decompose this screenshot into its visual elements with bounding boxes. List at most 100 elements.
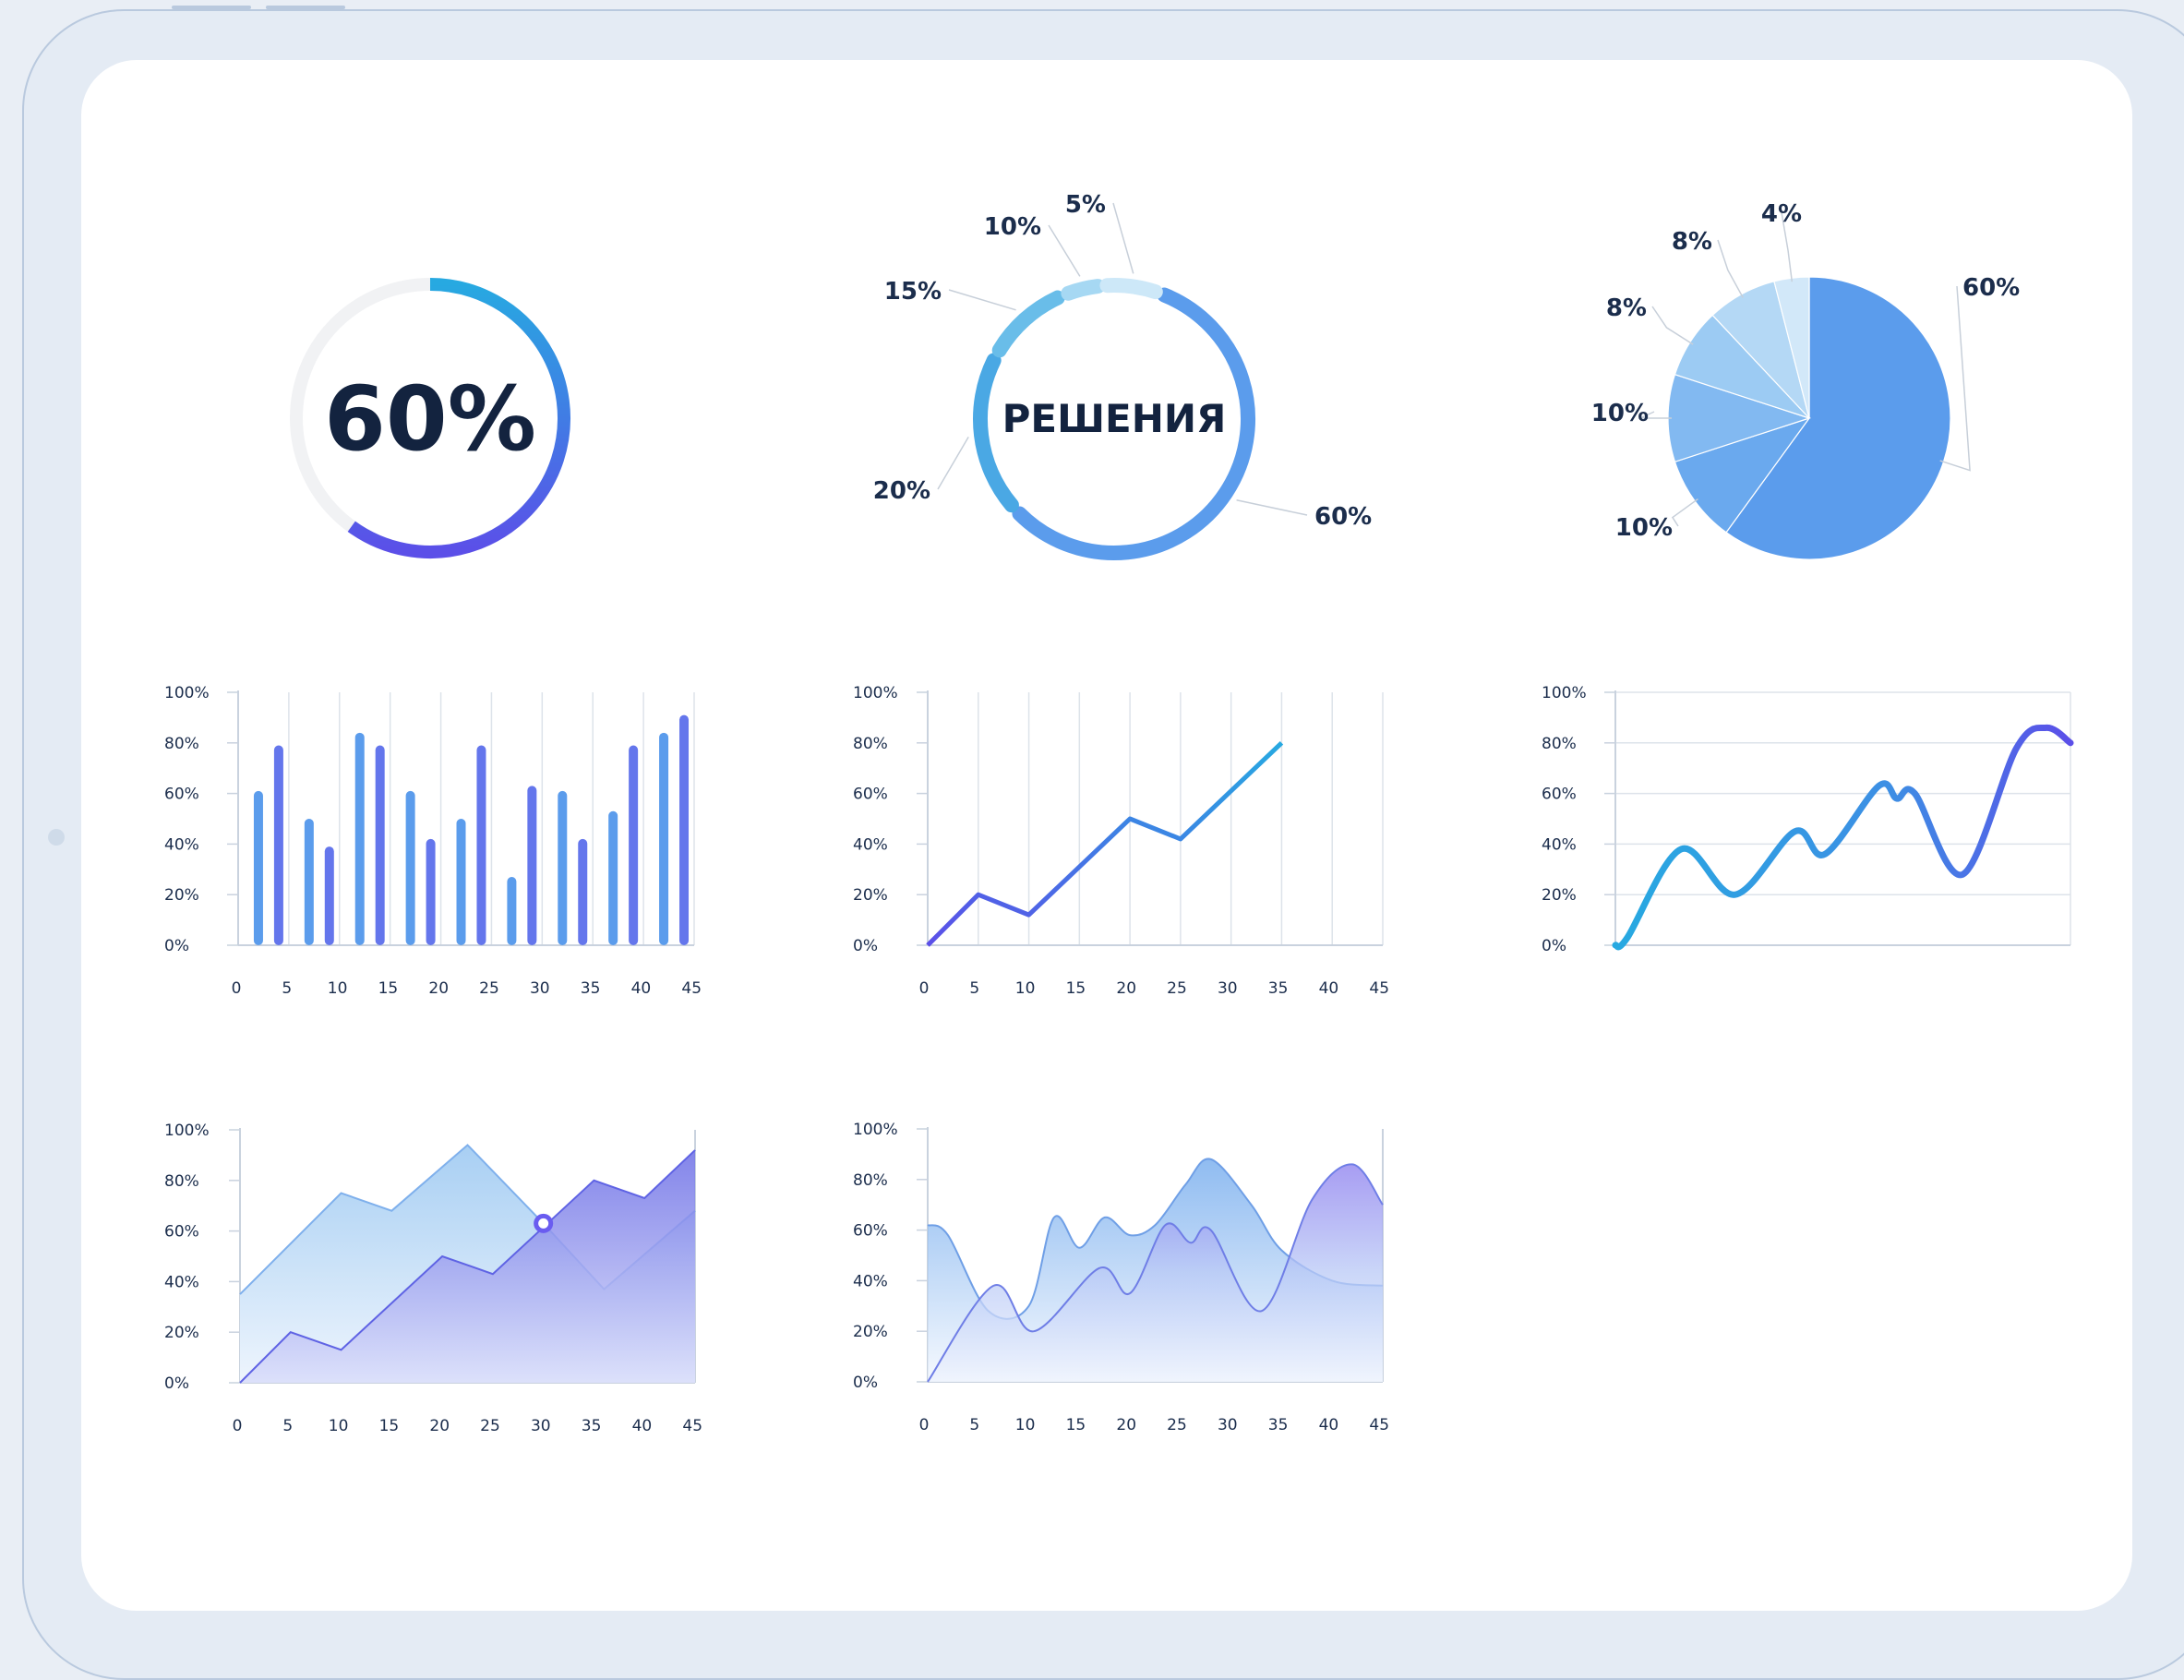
- x-tick-label: 10: [1015, 1416, 1036, 1434]
- x-tick-label: 45: [1369, 1416, 1389, 1434]
- bar: [457, 819, 466, 945]
- x-tick-label: 0: [232, 979, 242, 998]
- x-tick-label: 35: [582, 1417, 602, 1435]
- y-tick-label: 40%: [164, 1273, 199, 1291]
- x-tick-label: 10: [328, 979, 348, 998]
- pie-label: 8%: [1606, 294, 1647, 322]
- x-tick-label: 25: [1167, 1416, 1187, 1434]
- y-tick-label: 80%: [164, 1172, 199, 1191]
- y-tick-label: 60%: [853, 786, 888, 804]
- bar: [527, 786, 536, 945]
- y-tick-label: 20%: [1542, 886, 1577, 905]
- y-tick-label: 60%: [164, 1223, 199, 1242]
- bar: [254, 791, 263, 945]
- x-tick-label: 45: [681, 979, 702, 998]
- pie-label: 4%: [1761, 200, 1802, 228]
- bar: [305, 819, 314, 945]
- y-tick-label: 80%: [853, 1171, 888, 1190]
- x-tick-label: 15: [379, 1417, 400, 1435]
- bar: [608, 811, 618, 945]
- y-tick-label: 0%: [1542, 937, 1566, 955]
- leader-line: [1237, 500, 1307, 515]
- intersection-marker: [536, 1216, 551, 1230]
- y-tick-label: 100%: [164, 1122, 210, 1140]
- x-tick-label: 0: [233, 1417, 243, 1435]
- x-tick-label: 15: [378, 979, 399, 998]
- leader-line: [1049, 225, 1080, 276]
- donut-segment: [1068, 286, 1098, 294]
- bar-series: [254, 715, 689, 945]
- y-tick-label: 60%: [164, 786, 199, 804]
- x-tick-label: 10: [1015, 979, 1036, 998]
- leader-line: [1113, 203, 1134, 273]
- x-tick-label: 10: [329, 1417, 349, 1435]
- y-tick-label: 0%: [853, 1374, 878, 1392]
- bar: [476, 746, 486, 945]
- y-tick-label: 20%: [164, 1324, 199, 1342]
- bar: [406, 791, 415, 945]
- y-tick-label: 20%: [853, 886, 888, 905]
- y-tick-label: 100%: [1542, 684, 1587, 702]
- x-tick-label: 30: [1218, 1416, 1238, 1434]
- x-tick-label: 40: [632, 1417, 653, 1435]
- leader-line: [1652, 306, 1693, 344]
- x-tick-label: 25: [1167, 979, 1187, 998]
- y-tick-label: 40%: [164, 835, 199, 854]
- y-tick-label: 80%: [1542, 735, 1577, 753]
- x-tick-label: 40: [1319, 979, 1339, 998]
- x-tick-label: 5: [282, 1417, 293, 1435]
- donut-label: 15%: [884, 278, 942, 306]
- bar: [376, 746, 385, 945]
- bar: [558, 791, 567, 945]
- segmented-donut-chart: 60%20%15%10%5%РЕШЕНИЯ: [873, 191, 1372, 553]
- leader-line: [1673, 499, 1698, 526]
- donut-segment: [1107, 285, 1155, 292]
- x-tick-label: 0: [919, 1416, 930, 1434]
- x-tick-label: 25: [480, 1417, 500, 1435]
- x-tick-label: 15: [1066, 1416, 1086, 1434]
- y-tick-label: 100%: [853, 1121, 898, 1139]
- bar: [274, 746, 283, 945]
- bar: [578, 839, 587, 945]
- y-tick-label: 0%: [164, 1374, 189, 1393]
- progress-ring-chart: 60%: [296, 284, 564, 552]
- donut-segment: [1000, 298, 1058, 351]
- y-tick-label: 100%: [164, 684, 210, 702]
- y-tick-label: 80%: [853, 735, 888, 753]
- y-tick-label: 40%: [853, 835, 888, 854]
- chart-4-axes: 0%20%40%60%80%100%051015202530354045: [853, 684, 1389, 998]
- donut-label: 20%: [873, 477, 930, 505]
- x-tick-label: 40: [1319, 1416, 1339, 1434]
- x-tick-label: 35: [1268, 1416, 1289, 1434]
- y-tick-label: 60%: [1542, 786, 1577, 804]
- y-tick-label: 80%: [164, 735, 199, 753]
- x-tick-label: 20: [429, 1417, 450, 1435]
- pie-label: 60%: [1962, 274, 2020, 302]
- dashboard-charts: 60%60%20%15%10%5%РЕШЕНИЯ60%10%10%8%8%4%0…: [0, 0, 2184, 1662]
- y-tick-label: 60%: [853, 1222, 888, 1241]
- x-tick-label: 35: [581, 979, 601, 998]
- x-tick-label: 5: [282, 979, 292, 998]
- x-tick-label: 45: [1369, 979, 1389, 998]
- leader-line: [949, 290, 1016, 310]
- y-tick-label: 20%: [164, 886, 199, 905]
- x-tick-label: 45: [682, 1417, 702, 1435]
- x-tick-label: 25: [479, 979, 499, 998]
- bar: [325, 846, 334, 945]
- line-series: [928, 743, 1281, 945]
- bar: [679, 715, 689, 945]
- x-tick-label: 0: [919, 979, 930, 998]
- bar: [426, 839, 436, 945]
- donut-label: 5%: [1065, 191, 1106, 219]
- donut-label: 60%: [1314, 503, 1372, 531]
- pie-label: 8%: [1672, 228, 1712, 256]
- x-tick-label: 30: [1218, 979, 1238, 998]
- pie-label: 10%: [1615, 514, 1673, 542]
- y-tick-label: 40%: [1542, 835, 1577, 854]
- bar: [629, 746, 638, 945]
- x-tick-label: 30: [530, 979, 550, 998]
- bar: [659, 733, 668, 945]
- wave-line-series: [1615, 727, 2070, 947]
- leader-line: [938, 437, 968, 489]
- x-tick-label: 40: [631, 979, 652, 998]
